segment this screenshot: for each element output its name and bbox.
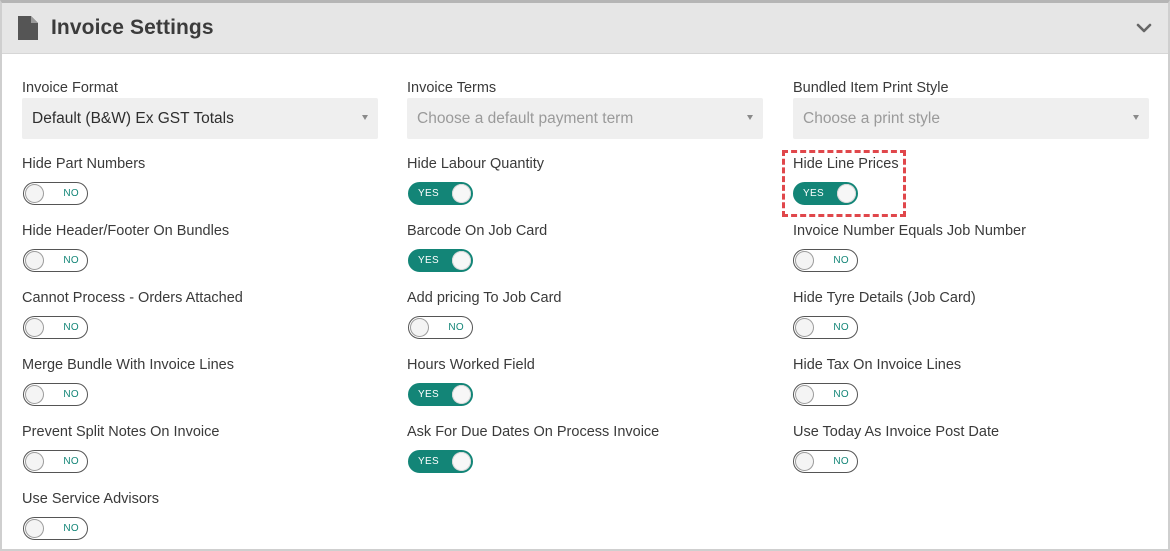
invoice-terms-select[interactable]: Choose a default payment term <box>407 98 763 139</box>
toggle-state-text: NO <box>63 456 79 467</box>
toggle-state-text: NO <box>833 322 849 333</box>
use-service-advisors-label: Use Service Advisors <box>22 491 159 507</box>
chevron-down-icon[interactable] <box>1136 20 1152 36</box>
toggle-state-text: NO <box>833 389 849 400</box>
caret-down-icon <box>362 115 368 120</box>
toggle-knob <box>25 184 44 203</box>
hide-labour-quantity-toggle[interactable]: YES <box>408 182 473 205</box>
toggle-knob <box>795 251 814 270</box>
toggle-knob <box>795 452 814 471</box>
toggle-knob <box>795 385 814 404</box>
highlight-box <box>782 150 906 217</box>
invoice-number-equals-job-label: Invoice Number Equals Job Number <box>793 223 1026 239</box>
hide-labour-quantity-label: Hide Labour Quantity <box>407 156 545 172</box>
invoice-number-equals-job-toggle[interactable]: NO <box>793 249 858 272</box>
hide-part-numbers-label: Hide Part Numbers <box>22 156 146 172</box>
barcode-on-job-card-label: Barcode On Job Card <box>407 223 548 239</box>
toggle-knob <box>452 251 471 270</box>
add-pricing-job-card-label: Add pricing To Job Card <box>407 290 562 306</box>
invoice-format-value: Default (B&W) Ex GST Totals <box>32 109 234 127</box>
toggle-knob <box>452 184 471 203</box>
invoice-terms-label: Invoice Terms <box>407 80 497 96</box>
toggle-state-text: NO <box>63 322 79 333</box>
hide-tax-toggle[interactable]: NO <box>793 383 858 406</box>
invoice-terms-placeholder: Choose a default payment term <box>417 109 634 127</box>
use-today-post-date-toggle[interactable]: NO <box>793 450 858 473</box>
cannot-process-orders-label: Cannot Process - Orders Attached <box>22 290 243 306</box>
document-icon <box>18 16 38 40</box>
hide-tyre-details-toggle[interactable]: NO <box>793 316 858 339</box>
toggle-state-text: YES <box>418 389 439 400</box>
invoice-format-select[interactable]: Default (B&W) Ex GST Totals <box>22 98 378 139</box>
bundled-print-style-label: Bundled Item Print Style <box>793 80 949 96</box>
use-today-post-date-label: Use Today As Invoice Post Date <box>793 424 1000 440</box>
caret-down-icon <box>747 115 753 120</box>
toggle-state-text: NO <box>833 255 849 266</box>
bundled-print-style-select[interactable]: Choose a print style <box>793 98 1149 139</box>
toggle-knob <box>25 385 44 404</box>
toggle-state-text: YES <box>418 188 439 199</box>
toggle-state-text: NO <box>833 456 849 467</box>
caret-down-icon <box>1133 115 1139 120</box>
hide-header-footer-toggle[interactable]: NO <box>23 249 88 272</box>
toggle-state-text: NO <box>63 255 79 266</box>
bundled-print-style-placeholder: Choose a print style <box>803 109 940 127</box>
toggle-knob <box>410 318 429 337</box>
toggle-state-text: NO <box>63 188 79 199</box>
hours-worked-field-label: Hours Worked Field <box>407 357 535 373</box>
toggle-knob <box>25 519 44 538</box>
ask-due-dates-toggle[interactable]: YES <box>408 450 473 473</box>
invoice-format-label: Invoice Format <box>22 80 118 96</box>
toggle-knob <box>25 452 44 471</box>
toggle-knob <box>25 251 44 270</box>
prevent-split-notes-toggle[interactable]: NO <box>23 450 88 473</box>
panel-title: Invoice Settings <box>51 16 214 39</box>
ask-due-dates-label: Ask For Due Dates On Process Invoice <box>407 424 660 440</box>
toggle-state-text: YES <box>418 456 439 467</box>
toggle-knob <box>25 318 44 337</box>
cannot-process-orders-toggle[interactable]: NO <box>23 316 88 339</box>
panel-header[interactable]: Invoice Settings <box>2 3 1168 54</box>
toggle-state-text: NO <box>448 322 464 333</box>
toggle-state-text: NO <box>63 523 79 534</box>
prevent-split-notes-label: Prevent Split Notes On Invoice <box>22 424 220 440</box>
barcode-on-job-card-toggle[interactable]: YES <box>408 249 473 272</box>
hide-part-numbers-toggle[interactable]: NO <box>23 182 88 205</box>
toggle-knob <box>795 318 814 337</box>
toggle-state-text: YES <box>418 255 439 266</box>
hide-tax-label: Hide Tax On Invoice Lines <box>793 357 962 373</box>
hide-tyre-details-label: Hide Tyre Details (Job Card) <box>793 290 976 306</box>
add-pricing-job-card-toggle[interactable]: NO <box>408 316 473 339</box>
hide-header-footer-label: Hide Header/Footer On Bundles <box>22 223 230 239</box>
merge-bundle-label: Merge Bundle With Invoice Lines <box>22 357 234 373</box>
toggle-knob <box>452 385 471 404</box>
use-service-advisors-toggle[interactable]: NO <box>23 517 88 540</box>
invoice-settings-panel: Invoice Settings Invoice Format Default … <box>0 0 1170 551</box>
hours-worked-field-toggle[interactable]: YES <box>408 383 473 406</box>
toggle-state-text: NO <box>63 389 79 400</box>
merge-bundle-toggle[interactable]: NO <box>23 383 88 406</box>
toggle-knob <box>452 452 471 471</box>
